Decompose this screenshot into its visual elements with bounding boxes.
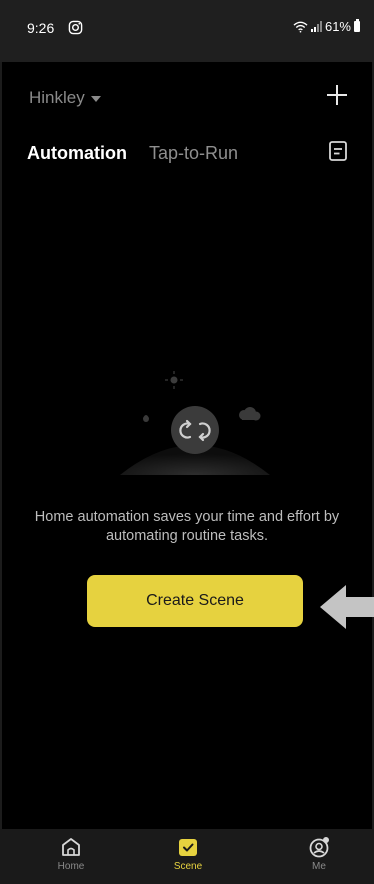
nav-item-home[interactable]: Home	[36, 829, 106, 884]
add-icon[interactable]	[326, 84, 348, 106]
status-bar: 9:26 61%	[0, 0, 374, 62]
chevron-down-icon	[90, 95, 101, 102]
tab-tap-to-run[interactable]: Tap-to-Run	[149, 143, 238, 164]
nav-label-me: Me	[312, 861, 326, 872]
nav-label-home: Home	[57, 861, 85, 872]
bottom-nav: Home Scene Me	[0, 829, 374, 884]
profile-icon	[309, 837, 329, 858]
instagram-notification-icon	[68, 20, 83, 35]
arrow-left-icon	[320, 585, 374, 629]
create-scene-button[interactable]: Create Scene	[87, 575, 303, 627]
nav-label-scene: Scene	[173, 861, 203, 872]
wifi-icon	[293, 21, 308, 33]
log-icon[interactable]	[328, 140, 348, 162]
cloud-icon	[239, 407, 261, 421]
sun-icon	[165, 371, 183, 389]
signal-icon	[310, 21, 322, 32]
home-selector[interactable]: Hinkley	[29, 88, 101, 108]
empty-state-message: Home automation saves your time and effo…	[34, 509, 340, 544]
nav-item-me[interactable]: Me	[284, 829, 354, 884]
home-name: Hinkley	[29, 88, 85, 107]
automation-illustration	[120, 371, 270, 475]
status-indicators: 61%	[293, 19, 360, 34]
nav-item-scene[interactable]: Scene	[153, 829, 223, 884]
status-time: 9:26	[27, 20, 55, 36]
tab-automation[interactable]: Automation	[27, 143, 127, 164]
battery-icon	[354, 19, 360, 32]
battery-percent: 61%	[324, 19, 351, 34]
home-icon	[62, 838, 80, 856]
scene-check-icon	[179, 839, 197, 856]
